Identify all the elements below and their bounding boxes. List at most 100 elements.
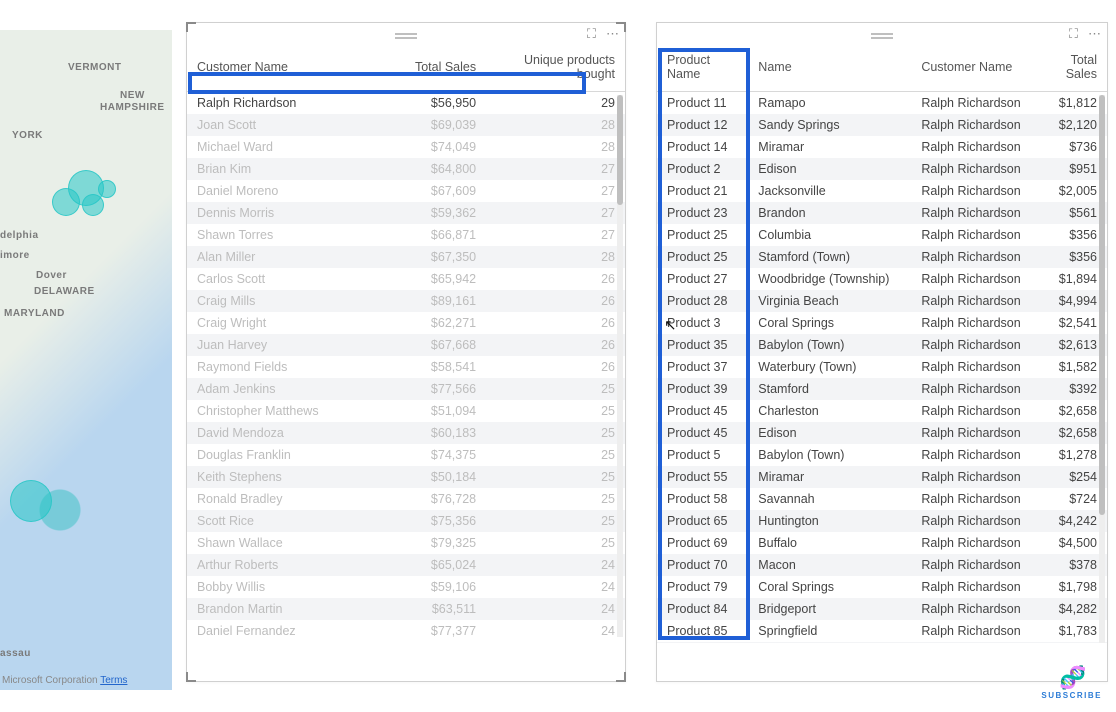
cell-sales: $1,798: [1031, 576, 1107, 598]
table-row[interactable]: Product 45CharlestonRalph Richardson$2,6…: [657, 400, 1107, 422]
cell-customer: Ralph Richardson: [911, 422, 1031, 444]
table-row[interactable]: Product 69BuffaloRalph Richardson$4,500: [657, 532, 1107, 554]
table-row[interactable]: Product 3Coral SpringsRalph Richardson$2…: [657, 312, 1107, 334]
table-row[interactable]: Product 2EdisonRalph Richardson$951: [657, 158, 1107, 180]
table-row[interactable]: Dennis Morris$59,36227: [187, 202, 625, 224]
table-row[interactable]: Daniel Moreno$67,60927: [187, 180, 625, 202]
col-total-sales[interactable]: Total Sales: [1031, 45, 1107, 92]
cell-sales: $2,005: [1031, 180, 1107, 202]
map-bubble[interactable]: [52, 188, 80, 216]
resize-handle[interactable]: [186, 22, 196, 32]
table-row[interactable]: Product 25Stamford (Town)Ralph Richardso…: [657, 246, 1107, 268]
table-row[interactable]: Product 27Woodbridge (Township)Ralph Ric…: [657, 268, 1107, 290]
table-row[interactable]: Brandon Martin$63,51124: [187, 598, 625, 620]
table-row[interactable]: Product 85SpringfieldRalph Richardson$1,…: [657, 620, 1107, 642]
table-row[interactable]: Raymond Fields$58,54126: [187, 356, 625, 378]
table-row[interactable]: David Mendoza$60,18325: [187, 422, 625, 444]
vertical-scrollbar[interactable]: [617, 95, 623, 637]
col-location-name[interactable]: Name: [748, 45, 911, 92]
table-row[interactable]: Keith Stephens$50,18425: [187, 466, 625, 488]
map-bubble[interactable]: [98, 180, 116, 198]
table-row[interactable]: Douglas Franklin$74,37525: [187, 444, 625, 466]
vertical-scrollbar[interactable]: [1099, 95, 1105, 643]
col-customer-name[interactable]: Customer Name: [187, 45, 358, 92]
resize-handle[interactable]: [186, 672, 196, 682]
subscribe-label[interactable]: SUBSCRIBE: [1041, 691, 1102, 700]
table-row[interactable]: Bobby Willis$59,10624: [187, 576, 625, 598]
table-row[interactable]: Product 11RamapoRalph Richardson$1,812: [657, 92, 1107, 115]
table-row[interactable]: Ronald Bradley$76,72825: [187, 488, 625, 510]
cell-sales: $1,783: [1031, 620, 1107, 642]
cell-sales: $65,942: [358, 268, 486, 290]
table-row[interactable]: Shawn Wallace$79,32525: [187, 532, 625, 554]
table-row[interactable]: Product 65HuntingtonRalph Richardson$4,2…: [657, 510, 1107, 532]
table-row[interactable]: Joan Scott$69,03928: [187, 114, 625, 136]
focus-mode-icon[interactable]: ⛶: [587, 26, 596, 42]
col-customer-name[interactable]: Customer Name: [911, 45, 1031, 92]
table-row[interactable]: Product 12Sandy SpringsRalph Richardson$…: [657, 114, 1107, 136]
cell-product: Product 65: [657, 510, 748, 532]
table-row[interactable]: Product 55MiramarRalph Richardson$254: [657, 466, 1107, 488]
cell-product: Product 35: [657, 334, 748, 356]
table-row[interactable]: Craig Wright$62,27126: [187, 312, 625, 334]
table-row[interactable]: Christopher Matthews$51,09425: [187, 400, 625, 422]
table-row[interactable]: Scott Rice$75,35625: [187, 510, 625, 532]
cell-customer: Arthur Roberts: [187, 554, 358, 576]
table-row[interactable]: Adam Jenkins$77,56625: [187, 378, 625, 400]
table-row[interactable]: Product 79Coral SpringsRalph Richardson$…: [657, 576, 1107, 598]
more-options-icon[interactable]: ⋯: [1088, 26, 1101, 42]
table-row[interactable]: Alan Miller$67,35028: [187, 246, 625, 268]
col-product-name[interactable]: Product Name: [657, 45, 748, 92]
col-total-sales[interactable]: Total Sales: [358, 45, 486, 92]
table-row[interactable]: Product 37Waterbury (Town)Ralph Richards…: [657, 356, 1107, 378]
focus-mode-icon[interactable]: ⛶: [1069, 26, 1078, 42]
table-row[interactable]: Product 5Babylon (Town)Ralph Richardson$…: [657, 444, 1107, 466]
table-row[interactable]: Product 84BridgeportRalph Richardson$4,2…: [657, 598, 1107, 620]
cell-product: Product 58: [657, 488, 748, 510]
cell-location: Stamford: [748, 378, 911, 400]
table-row[interactable]: Product 23BrandonRalph Richardson$561: [657, 202, 1107, 224]
table-row[interactable]: Product 45EdisonRalph Richardson$2,658: [657, 422, 1107, 444]
cell-unique: 27: [486, 202, 625, 224]
product-table-visual[interactable]: ⛶ ⋯ Product Name Name Customer Name Tota…: [656, 22, 1108, 682]
scrollbar-thumb[interactable]: [1099, 95, 1105, 515]
table-row[interactable]: Product 25ColumbiaRalph Richardson$356: [657, 224, 1107, 246]
cell-sales: $2,120: [1031, 114, 1107, 136]
table-row[interactable]: Product 35Babylon (Town)Ralph Richardson…: [657, 334, 1107, 356]
drag-grip-icon[interactable]: [395, 33, 417, 35]
cell-location: Babylon (Town): [748, 444, 911, 466]
map-visual[interactable]: VERMONTNEWHAMPSHIREYORKdelphiaDoverDELAW…: [0, 30, 172, 690]
table-row[interactable]: Product 90West Palm BeachRalph Richardso…: [657, 642, 1107, 643]
customer-table-visual[interactable]: ⛶ ⋯ Customer Name Total Sales Unique pro…: [186, 22, 626, 682]
table-row[interactable]: Product 14MiramarRalph Richardson$736: [657, 136, 1107, 158]
table-row[interactable]: Ralph Richardson$56,95029: [187, 92, 625, 115]
map-bubble[interactable]: [82, 194, 104, 216]
table-row[interactable]: Product 58SavannahRalph Richardson$724: [657, 488, 1107, 510]
table-row[interactable]: Product 39StamfordRalph Richardson$392: [657, 378, 1107, 400]
cell-location: Buffalo: [748, 532, 911, 554]
scrollbar-thumb[interactable]: [617, 95, 623, 205]
map-bubble[interactable]: [10, 480, 52, 522]
cell-sales: $56,950: [358, 92, 486, 115]
table-row[interactable]: Daniel Fernandez$77,37724: [187, 620, 625, 637]
table-row[interactable]: Craig Mills$89,16126: [187, 290, 625, 312]
table-row[interactable]: Juan Harvey$67,66826: [187, 334, 625, 356]
table-row[interactable]: Product 28Virginia BeachRalph Richardson…: [657, 290, 1107, 312]
resize-handle[interactable]: [616, 22, 626, 32]
resize-handle[interactable]: [616, 672, 626, 682]
table-row[interactable]: Carlos Scott$65,94226: [187, 268, 625, 290]
table-row[interactable]: Brian Kim$64,80027: [187, 158, 625, 180]
table-row[interactable]: Michael Ward$74,04928: [187, 136, 625, 158]
table-row[interactable]: Product 21JacksonvilleRalph Richardson$2…: [657, 180, 1107, 202]
col-unique-products[interactable]: Unique products bought: [486, 45, 625, 92]
table-row[interactable]: Shawn Torres$66,87127: [187, 224, 625, 246]
cell-location: Sandy Springs: [748, 114, 911, 136]
drag-grip-icon[interactable]: [871, 33, 893, 35]
cell-customer: Ralph Richardson: [911, 488, 1031, 510]
map-terms-link[interactable]: Terms: [100, 675, 127, 686]
cell-unique: 25: [486, 510, 625, 532]
cell-location: Virginia Beach: [748, 290, 911, 312]
table-row[interactable]: Product 70MaconRalph Richardson$378: [657, 554, 1107, 576]
map-region-label: assau: [0, 648, 31, 659]
table-row[interactable]: Arthur Roberts$65,02424: [187, 554, 625, 576]
